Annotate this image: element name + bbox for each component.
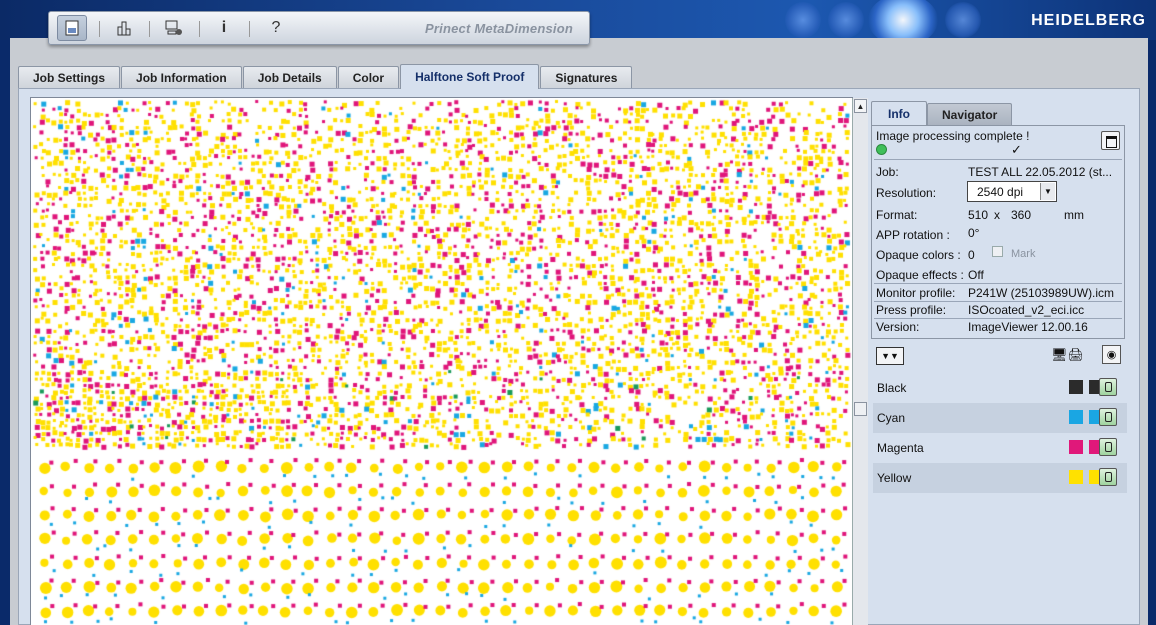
rotation-label: APP rotation : [876, 228, 950, 242]
expand-separations-button[interactable]: ▼▼ [876, 347, 904, 365]
opaque-colors-label: Opaque colors : [876, 248, 961, 262]
monitor-profile-value: P241W (25103989UW).icm [968, 286, 1115, 300]
computer-settings-icon[interactable] [159, 15, 189, 41]
swatch-monitor [1069, 380, 1083, 394]
tab-job-information[interactable]: Job Information [121, 66, 242, 88]
halftone-canvas[interactable] [31, 98, 852, 625]
eye-icon[interactable]: ◉ [1102, 345, 1121, 364]
tab-navigator[interactable]: Navigator [927, 103, 1013, 125]
format-height: 360 [1011, 208, 1032, 222]
separation-row-yellow[interactable]: Yellow [873, 463, 1127, 493]
separation-name: Black [877, 381, 907, 395]
scroll-up-icon[interactable]: ▲ [854, 99, 867, 113]
help-icon[interactable]: ? [261, 15, 291, 41]
info-icon[interactable]: i [209, 15, 239, 41]
tab-job-settings[interactable]: Job Settings [18, 66, 121, 88]
mark-label: Mark [1011, 248, 1036, 260]
visibility-toggle[interactable] [1099, 378, 1117, 396]
monitor-print-icon[interactable]: 🖥🖨 [1051, 347, 1084, 363]
job-ticket-icon[interactable] [57, 15, 87, 41]
visibility-toggle[interactable] [1099, 468, 1117, 486]
main-window: Job Settings Job Information Job Details… [10, 38, 1148, 625]
heidelberg-logo: HEIDELBERG [1031, 12, 1146, 29]
scroll-thumb[interactable] [854, 402, 867, 416]
monitor-profile-label: Monitor profile: [876, 286, 956, 300]
resolution-value: 2540 dpi [977, 185, 1024, 199]
visibility-toggle[interactable] [1099, 438, 1117, 456]
chart-icon[interactable] [109, 15, 139, 41]
separation-row-magenta[interactable]: Magenta [873, 433, 1127, 463]
format-x: x [994, 208, 1000, 222]
app-title: Prinect MetaDimension [425, 21, 573, 36]
status-text: Image processing complete ! [876, 129, 1030, 143]
tab-signatures[interactable]: Signatures [540, 66, 633, 88]
tab-halftone-soft-proof[interactable]: Halftone Soft Proof [400, 64, 540, 89]
resolution-label: Resolution: [876, 186, 937, 200]
press-profile-value: ISOcoated_v2_eci.icc [968, 303, 1085, 317]
press-profile-label: Press profile: [876, 303, 947, 317]
tab-color[interactable]: Color [337, 66, 400, 88]
tab-job-details[interactable]: Job Details [242, 66, 337, 88]
separation-name: Magenta [877, 441, 924, 455]
panel-tabs: Info Navigator [871, 101, 1013, 125]
halftone-image-view[interactable]: ▲ [30, 97, 868, 625]
rotation-value: 0° [968, 226, 980, 240]
info-panel: Image processing complete ! ✓ Job: TEST … [871, 125, 1125, 339]
opaque-colors-value: 0 [968, 248, 975, 262]
main-toolbar: i ? Prinect MetaDimension [48, 11, 590, 45]
mark-checkbox[interactable] [992, 246, 1003, 257]
opaque-effects-value: Off [968, 268, 984, 282]
status-ok-icon [876, 144, 887, 155]
maximize-button[interactable] [1101, 131, 1120, 150]
tab-info[interactable]: Info [871, 101, 927, 125]
visibility-toggle[interactable] [1099, 408, 1117, 426]
format-width: 510 [968, 208, 989, 222]
chevron-down-icon[interactable]: ▼ [1040, 183, 1055, 200]
format-unit: mm [1064, 208, 1084, 222]
swatch-monitor [1069, 470, 1083, 484]
job-label: Job: [876, 165, 899, 179]
separation-row-black[interactable]: Black [873, 373, 1127, 403]
status-check-icon: ✓ [1011, 142, 1022, 157]
format-label: Format: [876, 208, 918, 222]
main-tabs: Job Settings Job Information Job Details… [18, 64, 633, 89]
version-label: Version: [876, 320, 920, 334]
swatch-monitor [1069, 410, 1083, 424]
separation-name: Yellow [877, 471, 912, 485]
vertical-scrollbar[interactable]: ▲ [852, 98, 868, 625]
swatch-monitor [1069, 440, 1083, 454]
job-value: TEST ALL 22.05.2012 (st... [968, 165, 1113, 179]
separation-name: Cyan [877, 411, 906, 425]
tab-content: ▲ Info Navigator Image processing comple… [18, 88, 1140, 625]
separation-row-cyan[interactable]: Cyan [873, 403, 1127, 433]
opaque-effects-label: Opaque effects : [876, 268, 964, 282]
resolution-select[interactable]: 2540 dpi ▼ [967, 181, 1057, 202]
version-value: ImageViewer 12.00.16 [968, 320, 1088, 334]
